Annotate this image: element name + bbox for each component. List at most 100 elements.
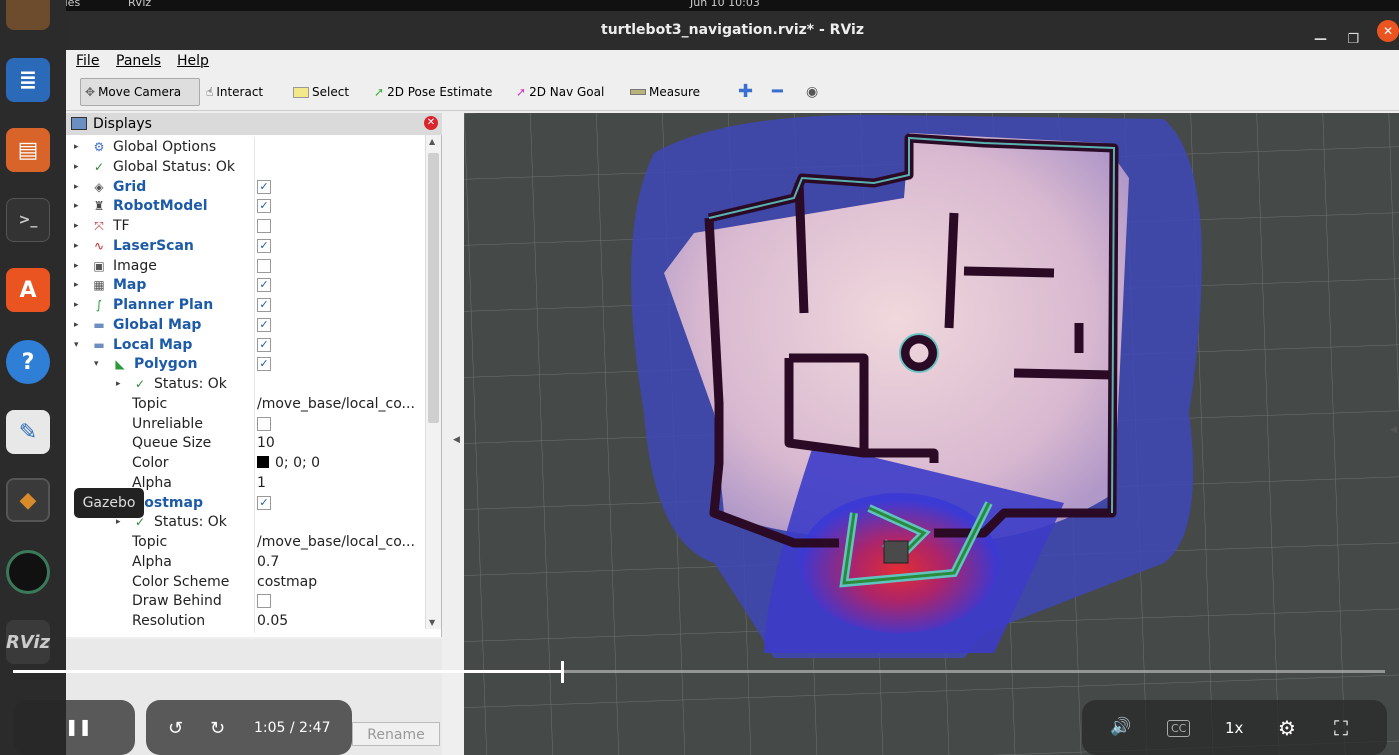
text-editor-icon[interactable]: ✎ xyxy=(6,410,50,454)
property-value[interactable]: 10 xyxy=(257,433,427,453)
panel-splitter[interactable]: ◀ xyxy=(444,113,464,755)
row-value[interactable]: /move_base/local_co... xyxy=(257,534,415,550)
pose-estimate-tool[interactable]: ➚ 2D Pose Estimate xyxy=(374,78,492,106)
display-row-costmap-resolution[interactable]: Resolution 0.05 xyxy=(66,611,425,631)
expand-arrow-icon[interactable]: ▸ xyxy=(74,315,79,335)
fullscreen-icon[interactable]: ⛶ xyxy=(1334,716,1348,740)
captions-icon[interactable]: CC xyxy=(1167,720,1191,737)
expand-arrow-icon[interactable]: ▸ xyxy=(116,374,121,394)
row-value[interactable]: 0; 0; 0 xyxy=(275,455,320,471)
property-value[interactable]: /move_base/local_co... xyxy=(257,394,427,414)
panel-close-icon[interactable]: ✕ xyxy=(424,116,438,130)
display-row-polygon-topic[interactable]: Topic/move_base/local_co... xyxy=(66,394,425,414)
menu-panels[interactable]: Panels xyxy=(116,53,161,69)
property-value[interactable]: /move_base/local_co... xyxy=(257,532,427,552)
display-row-map[interactable]: ▸ ▦ Map ✓ xyxy=(66,275,425,295)
display-row-polygon[interactable]: ▾ ◣ Polygon ✓ xyxy=(66,354,425,374)
enabled-checkbox[interactable]: ✓ xyxy=(257,357,271,372)
display-row-local-map[interactable]: ▾ ▬ Local Map ✓ xyxy=(66,335,425,355)
display-row-polygon-status[interactable]: ▸ ✓ Status: Ok xyxy=(66,374,425,394)
display-row-grid[interactable]: ▸ ◈ Grid ✓ xyxy=(66,177,425,197)
select-tool[interactable]: Select xyxy=(293,78,349,106)
enabled-checkbox[interactable]: ✓ xyxy=(257,317,271,332)
move-camera-tool[interactable]: ✥ Move Camera xyxy=(80,78,200,106)
display-row-tf[interactable]: ▸ ⤧ TF xyxy=(66,216,425,236)
progress-knob[interactable] xyxy=(560,661,564,683)
clock[interactable]: Jun 10 10:03 xyxy=(690,0,760,9)
expand-arrow-icon[interactable]: ▸ xyxy=(74,216,79,236)
property-value[interactable]: 1 xyxy=(257,473,427,493)
video-progress-bar[interactable] xyxy=(13,661,1385,683)
property-value[interactable]: costmap xyxy=(257,572,427,592)
scroll-down-icon[interactable]: ▼ xyxy=(429,618,435,627)
rewind-10-icon[interactable]: ↺ xyxy=(168,718,183,739)
gazebo-icon[interactable]: ◆ xyxy=(6,478,50,522)
property-value[interactable]: 0.7 xyxy=(257,552,427,572)
menu-help[interactable]: Help xyxy=(177,53,209,69)
3d-viewport[interactable] xyxy=(464,113,1399,755)
row-value[interactable]: costmap xyxy=(257,574,317,590)
expand-arrow-icon[interactable]: ▸ xyxy=(74,275,79,295)
interact-tool[interactable]: ☝ Interact xyxy=(206,78,263,106)
nav-goal-tool[interactable]: ➚ 2D Nav Goal xyxy=(516,78,604,106)
menu-file[interactable]: File xyxy=(76,53,99,69)
speed-button[interactable]: 1x xyxy=(1225,719,1243,737)
rename-button[interactable]: Rename xyxy=(352,722,440,746)
row-value[interactable]: 0.05 xyxy=(257,613,288,629)
property-value[interactable]: 0.05 xyxy=(257,611,427,631)
expand-arrow-icon[interactable]: ▸ xyxy=(74,177,79,197)
expand-arrow-icon[interactable]: ▸ xyxy=(74,196,79,216)
camera-app-icon[interactable] xyxy=(6,550,50,594)
enabled-checkbox[interactable]: ✓ xyxy=(257,495,271,510)
add-tool-icon[interactable]: ✚ xyxy=(738,78,753,106)
expand-arrow-icon[interactable]: ▸ xyxy=(74,256,79,276)
display-row-global-options[interactable]: ▸ ⚙ Global Options xyxy=(66,137,425,157)
enabled-checkbox[interactable]: ✓ xyxy=(257,179,271,194)
enabled-checkbox[interactable]: ✓ xyxy=(257,298,271,312)
property-value[interactable]: 0; 0; 0 xyxy=(257,453,427,473)
impress-icon[interactable]: ▤ xyxy=(6,128,50,172)
display-row-costmap-color-scheme[interactable]: Color Scheme costmap xyxy=(66,572,425,592)
pause-icon[interactable]: ❚❚ xyxy=(65,717,92,736)
display-row-polygon-queue-size[interactable]: Queue Size 10 xyxy=(66,433,425,453)
rviz-icon[interactable]: RViz xyxy=(6,620,50,664)
display-row-polygon-unreliable[interactable]: Unreliable xyxy=(66,414,425,434)
forward-10-icon[interactable]: ↻ xyxy=(210,718,225,739)
display-row-costmap-topic[interactable]: Topic/move_base/local_co... xyxy=(66,532,425,552)
close-icon[interactable]: ✕ xyxy=(1377,20,1399,42)
collapse-left-icon[interactable]: ◀ xyxy=(453,435,460,445)
expand-arrow-icon[interactable]: ▾ xyxy=(94,354,99,374)
row-value[interactable]: 0.7 xyxy=(257,554,279,570)
display-row-costmap-alpha[interactable]: Alpha 0.7 xyxy=(66,552,425,572)
row-value[interactable]: 1 xyxy=(257,475,266,491)
enabled-checkbox[interactable]: ✓ xyxy=(257,199,271,214)
enabled-checkbox[interactable] xyxy=(257,219,271,233)
color-swatch[interactable] xyxy=(257,456,269,468)
measure-tool[interactable]: Measure xyxy=(630,78,700,106)
expand-arrow-icon[interactable]: ▸ xyxy=(74,157,79,177)
display-row-planner-plan[interactable]: ▸ ∫ Planner Plan ✓ xyxy=(66,295,425,315)
help-icon[interactable]: ? xyxy=(6,340,50,384)
terminal-icon[interactable]: >_ xyxy=(6,198,50,242)
row-value[interactable]: 10 xyxy=(257,435,275,451)
software-center-icon[interactable]: A xyxy=(6,268,50,312)
display-row-laser-scan[interactable]: ▸ ∿ LaserScan ✓ xyxy=(66,236,425,256)
scroll-up-icon[interactable]: ▲ xyxy=(429,137,435,146)
enabled-checkbox[interactable] xyxy=(257,258,271,273)
expand-arrow-icon[interactable]: ▾ xyxy=(74,335,79,355)
scroll-thumb[interactable] xyxy=(428,153,439,423)
enabled-checkbox[interactable] xyxy=(257,594,271,609)
dock-app-icon[interactable] xyxy=(6,0,50,30)
display-row-costmap-draw-behind[interactable]: Draw Behind xyxy=(66,591,425,611)
enabled-checkbox[interactable]: ✓ xyxy=(257,337,271,352)
display-row-robot-model[interactable]: ▸ ♜ RobotModel ✓ xyxy=(66,196,425,216)
volume-icon[interactable]: 🔊 xyxy=(1110,717,1131,737)
display-row-polygon-color[interactable]: Color 0; 0; 0 xyxy=(66,453,425,473)
remove-tool-icon[interactable]: ━ xyxy=(772,78,783,106)
vertical-scrollbar[interactable]: ▲ ▼ xyxy=(425,135,441,629)
collapse-right-icon[interactable]: ◀ xyxy=(1390,425,1397,435)
eye-icon[interactable]: ◉ xyxy=(806,78,818,106)
display-row-global-status[interactable]: ▸ ✓ Global Status: Ok xyxy=(66,157,425,177)
enabled-checkbox[interactable]: ✓ xyxy=(257,278,271,293)
enabled-checkbox[interactable]: ✓ xyxy=(257,238,271,253)
